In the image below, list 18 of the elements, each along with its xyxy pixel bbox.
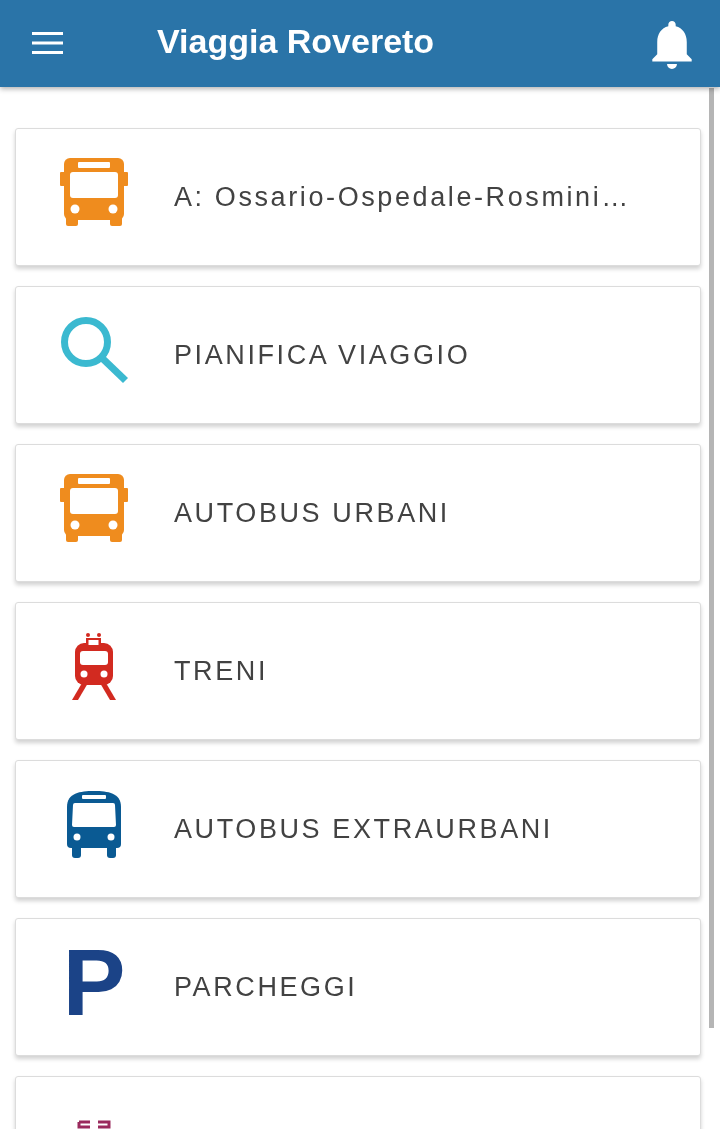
menu-item[interactable]: AUTOBUS URBANI	[15, 444, 701, 582]
menu-icon	[32, 31, 63, 54]
menu-item[interactable]: TRENI	[15, 602, 701, 740]
menu-item[interactable]: PIANIFICA VIAGGIO	[15, 286, 701, 424]
menu-item[interactable]: AUTOBUS EXTRAURBANI	[15, 760, 701, 898]
menu-item[interactable]: P PARCHEGGI	[15, 918, 701, 1056]
menu-item[interactable]: A: Ossario-Ospedale-Rosmini…	[15, 128, 701, 266]
bus-icon	[60, 158, 128, 226]
bell-icon	[652, 20, 692, 69]
parking-icon: P	[62, 948, 126, 1018]
app-title: Viaggia Rovereto	[157, 22, 435, 61]
train-icon	[72, 632, 116, 700]
notifications-button[interactable]	[652, 20, 692, 69]
bus-icon	[66, 790, 122, 858]
cut-off-icon	[77, 1119, 111, 1129]
bus-icon	[60, 474, 128, 542]
search-icon	[60, 317, 128, 383]
menu-button[interactable]	[32, 31, 63, 54]
